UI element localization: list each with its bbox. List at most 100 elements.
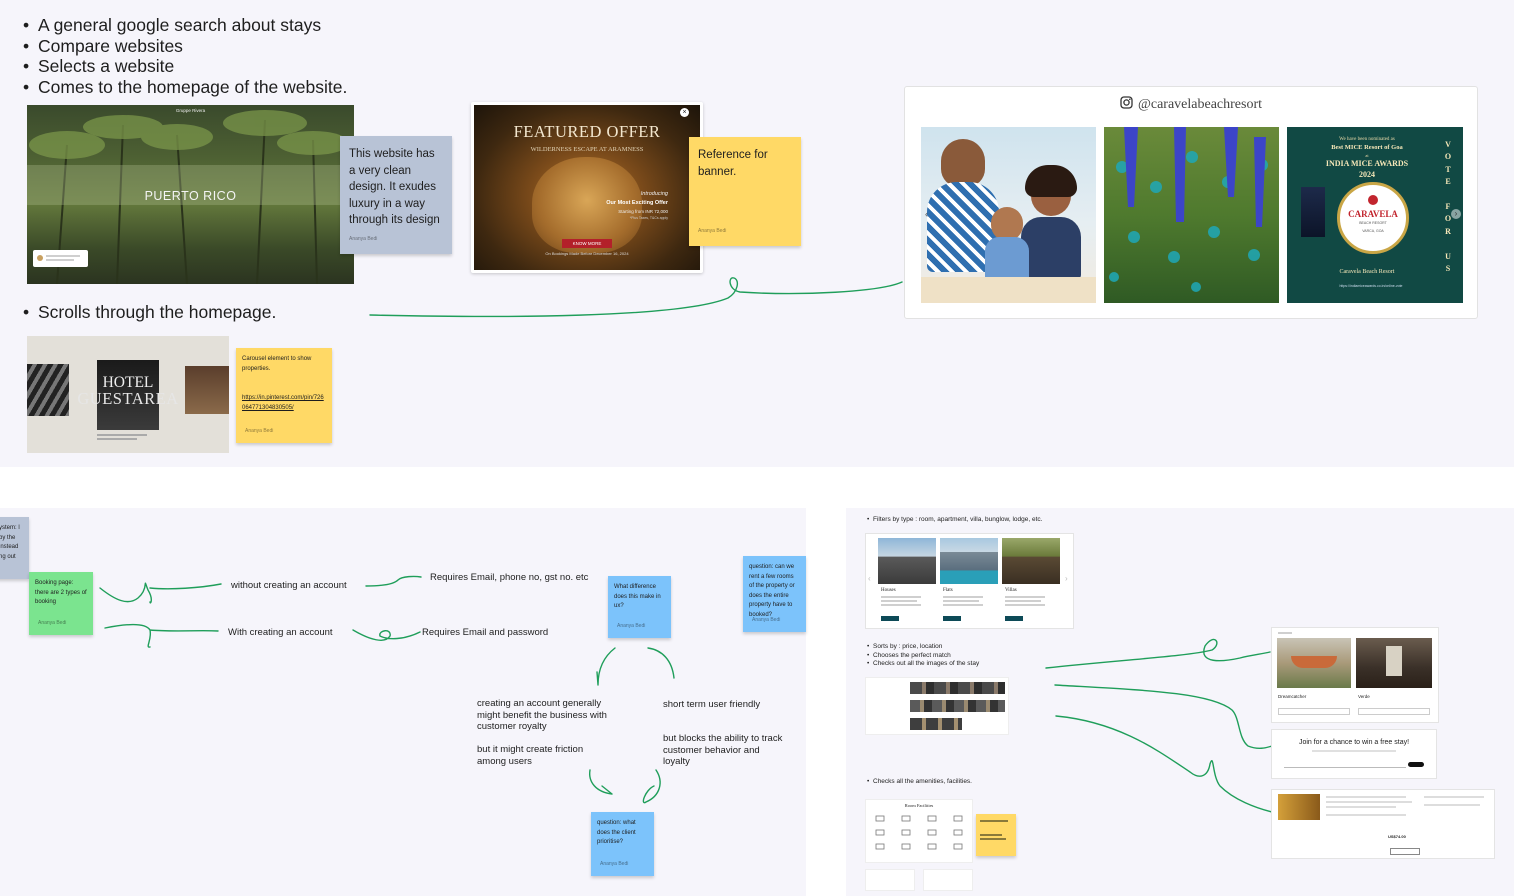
type-card-villas[interactable]: Villas [1002, 538, 1060, 624]
connector-join [1054, 684, 1273, 749]
note-clean-design[interactable]: This website has a very clean design. It… [340, 136, 452, 254]
research-bullet: Compare websites [23, 36, 347, 57]
facility-chip-left[interactable] [866, 870, 914, 890]
note-prioritise-text: question: what does the client prioritis… [597, 820, 636, 845]
research-bullet: A general google search about stays [23, 15, 347, 36]
award-year: 2024 [1359, 170, 1375, 179]
note-partial-left[interactable]: ystem: l by the instead ng out [0, 517, 29, 579]
flats-image [940, 538, 998, 584]
close-icon[interactable]: × [680, 108, 689, 117]
note-question-prioritise[interactable]: question: what does the client prioritis… [591, 812, 654, 876]
featured-offer-popup[interactable]: FEATURED OFFER WILDERNESS ESCAPE AT ARAM… [471, 102, 703, 273]
note-author: Ananya Bedi [349, 235, 378, 242]
stay-button[interactable] [1358, 708, 1430, 715]
carousel-prev-icon[interactable]: ‹ [925, 209, 928, 219]
join-card[interactable]: Join for a chance to win a free stay! [1272, 730, 1436, 778]
booking-submit-button[interactable] [1390, 848, 1420, 855]
sort-bullet: Chooses the perfect match [867, 652, 979, 661]
note-author: Ananya Bedi [698, 227, 727, 234]
vote-for-us-vertical: VOTE FOR US [1444, 140, 1452, 274]
featured-price: Starting from INR 72,000 [618, 209, 668, 214]
filter-bullet-text: Filters by type : room, apartment, villa… [867, 516, 1042, 525]
badge-sub: BEACH RESORT [1359, 221, 1387, 225]
type-card-flats[interactable]: Flats [940, 538, 998, 624]
puerto-chip [33, 250, 88, 267]
label-requires-with: Requires Email and password [422, 627, 549, 638]
scroll-bullet-text: Scrolls through the homepage. [23, 302, 276, 323]
featured-intro: Introducing [640, 191, 668, 197]
instagram-photo-award[interactable]: We have been nominated as Best MICE Reso… [1287, 127, 1463, 303]
label-without-account: without creating an account [231, 580, 347, 591]
award-line2: Best MICE Resort of Goa [1331, 144, 1403, 151]
puerto-title: PUERTO RICO [144, 189, 237, 203]
person-man [941, 139, 985, 187]
instagram-photo-decor[interactable] [1104, 127, 1279, 303]
image-gallery-list[interactable] [866, 678, 1008, 734]
note-booking-types[interactable]: Booking page: there are 2 types of booki… [29, 572, 93, 635]
type-button[interactable] [943, 616, 961, 621]
note-booking-text: Booking page: there are 2 types of booki… [35, 580, 87, 605]
note-question-difference[interactable]: What difference does this make in ux? An… [608, 576, 671, 638]
hammock [1291, 656, 1337, 668]
research-bullet: Selects a website [23, 56, 347, 77]
connector-booking-with [104, 623, 219, 648]
note-carousel-link[interactable]: https://in.pinterest.com/pin/72606477130… [242, 394, 326, 413]
filter-bullet: Filters by type : room, apartment, villa… [866, 516, 1042, 525]
featured-offer-text: Our Most Exciting Offer [606, 200, 668, 206]
carousel-next-icon[interactable]: › [1451, 209, 1461, 219]
join-email-input[interactable] [1284, 762, 1406, 768]
instagram-photo-family[interactable]: ‹ [921, 127, 1096, 303]
puerto-top-label: Gruppe Rivera [175, 108, 206, 113]
instagram-icon [1120, 96, 1133, 109]
facility-chip-right[interactable] [924, 870, 972, 890]
research-bullets: A general google search about stays Comp… [22, 15, 347, 97]
label-friction: but it might create friction among users [477, 744, 584, 767]
award-trophy-icon [1301, 187, 1325, 237]
featured-footer: On Bookings Made Before December 16, 202… [545, 251, 629, 256]
note-banner-reference[interactable]: Reference for banner. Ananya Bedi [689, 137, 801, 246]
chevron-left-icon[interactable]: ‹ [868, 574, 871, 583]
room-facilities-panel[interactable]: Room Facilities [866, 800, 972, 862]
property-type-carousel[interactable]: Houses Flats Villas ‹ › [866, 534, 1073, 628]
note-carousel[interactable]: Carousel element to show properties. htt… [236, 348, 332, 443]
award-foot: Caravela Beach Resort [1339, 269, 1395, 275]
label-short-term: short term user friendly [663, 699, 761, 710]
award-link[interactable]: https://indiamiceawards.co.in/online-vot… [1287, 284, 1455, 288]
note-author: Ananya Bedi [752, 616, 781, 623]
hotel-guestarea-screenshot[interactable]: HOTEL GUESTAREA [27, 336, 229, 453]
booking-price: US$74.00 [1388, 834, 1406, 839]
badge-loc: VARCA, GOA [1362, 229, 1384, 233]
stays-card[interactable]: Dreamcatcher Verde [1272, 628, 1438, 722]
connector-to-difference-right [647, 647, 675, 679]
type-button[interactable] [881, 616, 899, 621]
verde-window [1386, 646, 1402, 676]
type-card-houses[interactable]: Houses [878, 538, 936, 624]
stay-image-verde[interactable] [1356, 638, 1432, 688]
sort-bullet: Sorts by : price, location [867, 643, 979, 652]
connector-to-difference-left [596, 647, 616, 686]
sort-bullet: Checks out all the images of the stay [867, 660, 979, 669]
puerto-rico-screenshot[interactable]: Gruppe Rivera PUERTO RICO [27, 105, 354, 284]
stay-image-dreamcatcher[interactable] [1277, 638, 1351, 688]
amenity-icons-grid [875, 815, 963, 850]
type-label: Houses [881, 588, 896, 593]
note-question-rooms[interactable]: question: can we rent a few rooms of the… [743, 556, 806, 632]
award-line3: at [1365, 153, 1369, 158]
join-submit-button[interactable] [1408, 762, 1424, 767]
gallery-row [910, 700, 1005, 712]
note-amenities[interactable] [976, 814, 1016, 856]
connector-to-prioritise-left [589, 769, 613, 795]
chevron-right-icon[interactable]: › [1065, 574, 1068, 583]
dress-woman [1021, 217, 1081, 279]
award-event: INDIA MICE AWARDS [1325, 159, 1409, 168]
person-child [991, 207, 1023, 241]
label-benefit: creating an account generally might bene… [477, 698, 607, 732]
type-label: Flats [943, 588, 953, 593]
instagram-header: @caravelabeachresort [905, 96, 1477, 113]
note-clean-text: This website has a very clean design. It… [349, 148, 440, 226]
stay-button[interactable] [1278, 708, 1350, 715]
instagram-embed[interactable]: @caravelabeachresort ‹ We have been nomi… [904, 86, 1478, 319]
booking-detail-card[interactable]: US$74.00 [1272, 790, 1494, 858]
type-button[interactable] [1005, 616, 1023, 621]
featured-cta-button[interactable]: KNOW MORE [562, 239, 612, 248]
